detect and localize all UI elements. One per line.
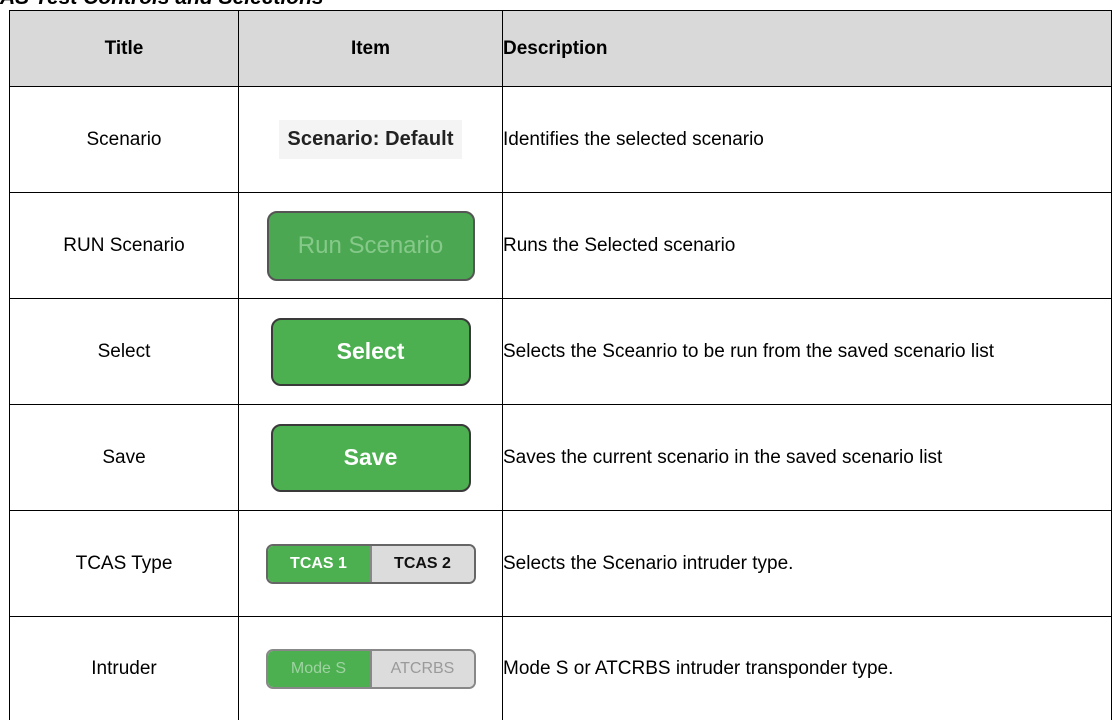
header-row: Title Item Description xyxy=(10,11,1112,87)
table-row: Intruder Mode S ATCRBS Mode S or ATCRBS … xyxy=(10,617,1112,720)
row-title-run-scenario: RUN Scenario xyxy=(10,193,239,299)
item-cell: Select xyxy=(239,299,503,405)
atcrbs-option[interactable]: ATCRBS xyxy=(370,651,474,687)
row-description: Selects the Sceanrio to be run from the … xyxy=(503,299,1112,405)
tcas-2-option[interactable]: TCAS 2 xyxy=(370,546,474,582)
row-description: Saves the current scenario in the saved … xyxy=(503,405,1112,511)
item-cell: Scenario: Default xyxy=(239,87,503,193)
table-row: Select Select Selects the Sceanrio to be… xyxy=(10,299,1112,405)
table-row: RUN Scenario Run Scenario Runs the Selec… xyxy=(10,193,1112,299)
header-title: Title xyxy=(10,11,239,87)
save-button[interactable]: Save xyxy=(271,424,471,492)
row-description: Selects the Scenario intruder type. xyxy=(503,511,1112,617)
table-row: TCAS Type TCAS 1 TCAS 2 Selects the Scen… xyxy=(10,511,1112,617)
row-title-tcas-type: TCAS Type xyxy=(10,511,239,617)
item-cell: TCAS 1 TCAS 2 xyxy=(239,511,503,617)
controls-table: Title Item Description Scenario Scenario… xyxy=(9,10,1112,720)
row-description: Runs the Selected scenario xyxy=(503,193,1112,299)
row-description: Identifies the selected scenario xyxy=(503,87,1112,193)
table-row: Scenario Scenario: Default Identifies th… xyxy=(10,87,1112,193)
item-cell: Mode S ATCRBS xyxy=(239,617,503,720)
table-row: Save Save Saves the current scenario in … xyxy=(10,405,1112,511)
header-item: Item xyxy=(239,11,503,87)
mode-s-option[interactable]: Mode S xyxy=(268,651,370,687)
item-cell: Run Scenario xyxy=(239,193,503,299)
row-title-save: Save xyxy=(10,405,239,511)
scenario-label: Scenario: Default xyxy=(279,120,461,159)
intruder-type-toggle: Mode S ATCRBS xyxy=(266,649,476,689)
table-caption: AS Test Controls and Selections xyxy=(0,0,324,10)
row-title-select: Select xyxy=(10,299,239,405)
item-cell: Save xyxy=(239,405,503,511)
row-description: Mode S or ATCRBS intruder transponder ty… xyxy=(503,617,1112,720)
tcas-type-toggle: TCAS 1 TCAS 2 xyxy=(266,544,476,584)
row-title-intruder: Intruder xyxy=(10,617,239,720)
row-title-scenario: Scenario xyxy=(10,87,239,193)
tcas-1-option[interactable]: TCAS 1 xyxy=(268,546,370,582)
run-scenario-button[interactable]: Run Scenario xyxy=(267,211,475,281)
header-description: Description xyxy=(503,11,1112,87)
select-button[interactable]: Select xyxy=(271,318,471,386)
